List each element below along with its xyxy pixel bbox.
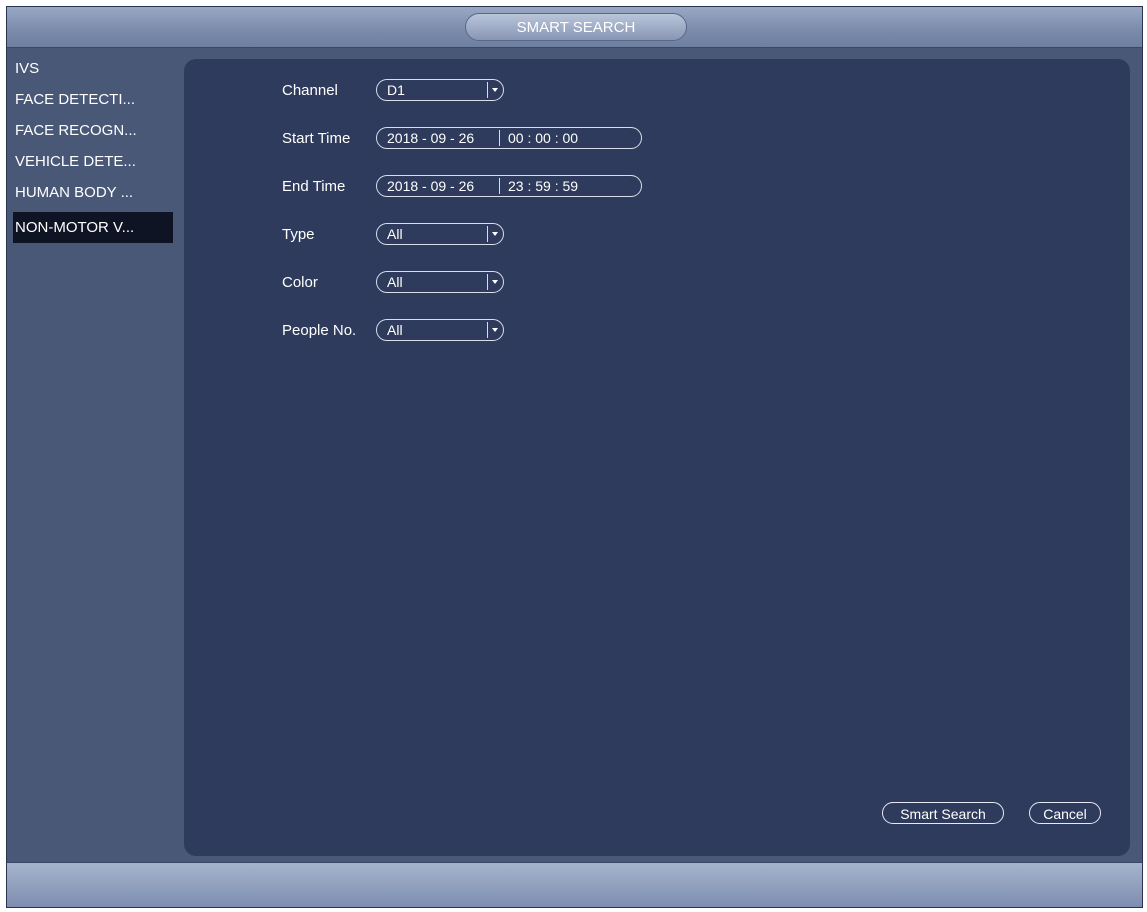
search-criteria-panel: Channel D1 Start Time 2018 - 09 - 26 00 …: [184, 59, 1130, 856]
chevron-down-icon[interactable]: [487, 274, 501, 290]
title-bar: SMART SEARCH: [7, 7, 1142, 48]
sidebar-item-face-recognition[interactable]: FACE RECOGN...: [13, 115, 173, 146]
end-time-row: End Time 2018 - 09 - 26 23 : 59 : 59: [282, 173, 642, 199]
start-time-field[interactable]: 2018 - 09 - 26 00 : 00 : 00: [376, 127, 642, 149]
end-date-value[interactable]: 2018 - 09 - 26: [377, 178, 499, 194]
chevron-down-icon[interactable]: [487, 226, 501, 242]
sidebar-item-human-body[interactable]: HUMAN BODY ...: [13, 177, 173, 208]
color-select[interactable]: All: [376, 271, 504, 293]
chevron-down-icon[interactable]: [487, 322, 501, 338]
end-time-field[interactable]: 2018 - 09 - 26 23 : 59 : 59: [376, 175, 642, 197]
color-value: All: [387, 274, 403, 290]
channel-label: Channel: [282, 81, 338, 99]
chevron-down-icon[interactable]: [487, 82, 501, 98]
type-value: All: [387, 226, 403, 242]
color-label: Color: [282, 273, 318, 291]
sidebar-item-face-detection[interactable]: FACE DETECTI...: [13, 84, 173, 115]
type-row: Type All: [282, 221, 504, 247]
people-no-select[interactable]: All: [376, 319, 504, 341]
people-no-value: All: [387, 322, 403, 338]
channel-row: Channel D1: [282, 77, 504, 103]
end-time-value[interactable]: 23 : 59 : 59: [508, 178, 578, 194]
start-time-label: Start Time: [282, 129, 351, 147]
sidebar-item-vehicle-detection[interactable]: VEHICLE DETE...: [13, 146, 173, 177]
smart-search-window: SMART SEARCH IVS FACE DETECTI... FACE RE…: [6, 6, 1143, 908]
start-time-row: Start Time 2018 - 09 - 26 00 : 00 : 00: [282, 125, 642, 151]
channel-value: D1: [387, 82, 405, 98]
start-time-value[interactable]: 00 : 00 : 00: [508, 130, 578, 146]
people-no-row: People No. All: [282, 317, 504, 343]
divider: [499, 178, 500, 194]
type-label: Type: [282, 225, 315, 243]
type-select[interactable]: All: [376, 223, 504, 245]
smart-search-button[interactable]: Smart Search: [882, 802, 1004, 824]
color-row: Color All: [282, 269, 504, 295]
start-date-value[interactable]: 2018 - 09 - 26: [377, 130, 499, 146]
sidebar-item-ivs[interactable]: IVS: [13, 53, 173, 84]
channel-select[interactable]: D1: [376, 79, 504, 101]
search-type-list: IVS FACE DETECTI... FACE RECOGN... VEHIC…: [13, 53, 173, 243]
sidebar-item-non-motor-vehicle[interactable]: NON-MOTOR V...: [13, 212, 173, 243]
end-time-label: End Time: [282, 177, 346, 195]
divider: [499, 130, 500, 146]
cancel-button[interactable]: Cancel: [1029, 802, 1101, 824]
footer-bar: [7, 862, 1142, 907]
window-title: SMART SEARCH: [465, 13, 687, 41]
people-no-label: People No.: [282, 321, 357, 339]
